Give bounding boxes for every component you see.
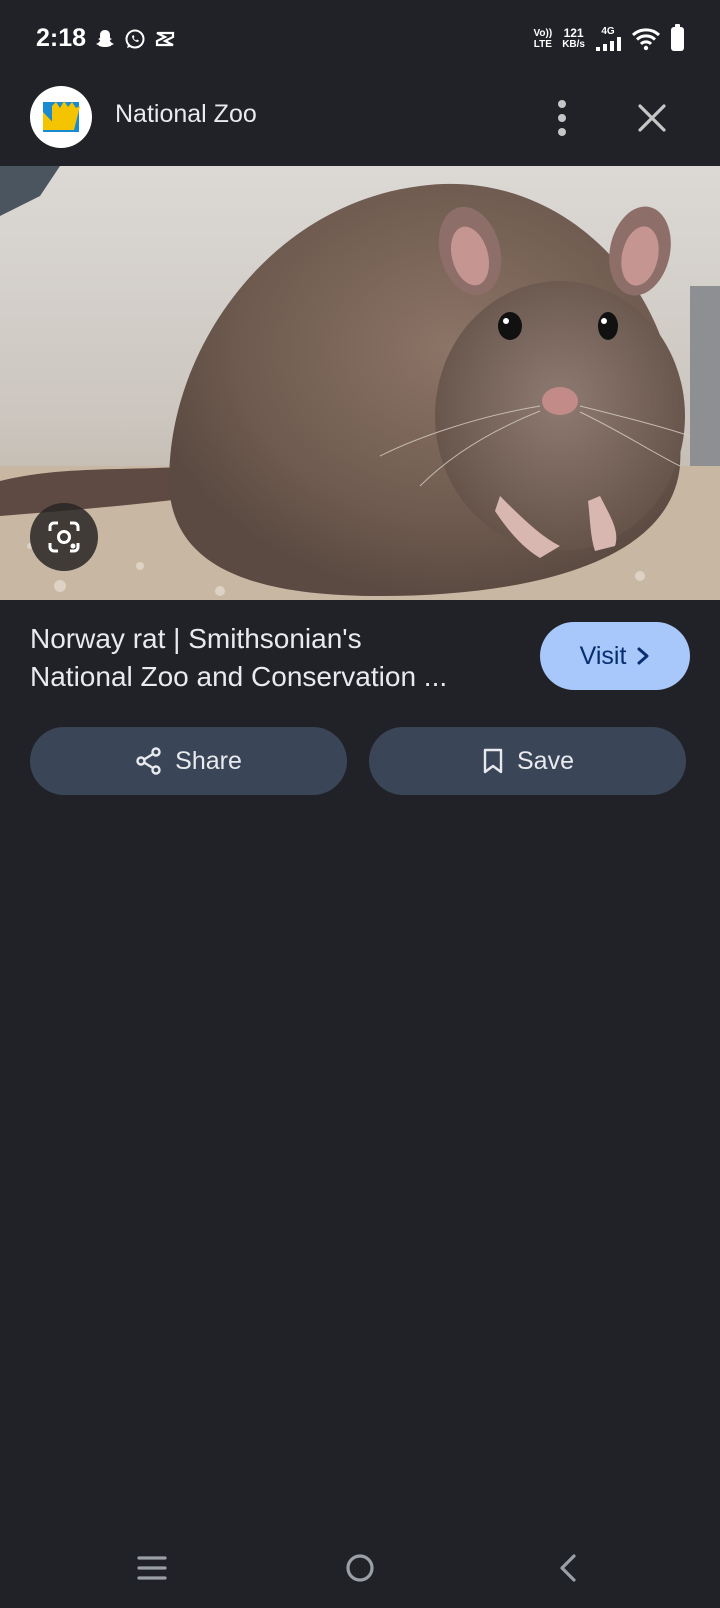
volte-indicator: Vo)) LTE <box>533 27 553 50</box>
snapchat-icon <box>94 28 116 50</box>
visit-button[interactable]: Visit <box>540 622 690 690</box>
capcut-icon <box>154 28 176 50</box>
signal-icon <box>596 37 621 51</box>
system-nav-bar <box>0 1540 720 1608</box>
chevron-right-icon <box>637 647 649 665</box>
close-icon[interactable] <box>632 98 672 138</box>
back-icon[interactable] <box>548 1548 588 1588</box>
national-zoo-logo[interactable] <box>30 86 92 148</box>
status-time: 2:18 <box>36 24 87 52</box>
home-icon[interactable] <box>340 1548 380 1588</box>
source-title: National Zoo <box>115 100 257 128</box>
share-icon <box>136 747 161 775</box>
share-button[interactable]: Share <box>30 727 347 795</box>
wifi-icon <box>631 27 661 50</box>
result-image[interactable] <box>0 166 720 600</box>
system-indicators: Vo)) LTE 121 KB/s 4G <box>533 23 684 51</box>
signal-indicator: 4G <box>595 26 621 51</box>
bookmark-icon <box>483 748 503 774</box>
whatsapp-icon <box>124 28 146 50</box>
more-vert-icon[interactable] <box>548 98 576 138</box>
recents-icon[interactable] <box>132 1548 172 1588</box>
visit-label: Visit <box>579 641 627 670</box>
google-lens-icon[interactable] <box>30 503 98 571</box>
source-header: National Zoo <box>0 86 720 152</box>
save-button[interactable]: Save <box>369 727 686 795</box>
battery-icon <box>671 23 684 51</box>
result-title-line2: National Zoo and Conservation ... <box>30 661 448 692</box>
notification-icons <box>94 28 176 50</box>
save-label: Save <box>517 746 574 775</box>
result-title-line1: Norway rat | Smithsonian's <box>30 623 362 654</box>
share-label: Share <box>175 746 242 775</box>
network-speed: 121 KB/s <box>562 25 585 50</box>
result-title[interactable]: Norway rat | Smithsonian's National Zoo … <box>30 620 510 696</box>
status-bar: 2:18 Vo)) LTE 121 KB/s 4G <box>0 0 720 80</box>
